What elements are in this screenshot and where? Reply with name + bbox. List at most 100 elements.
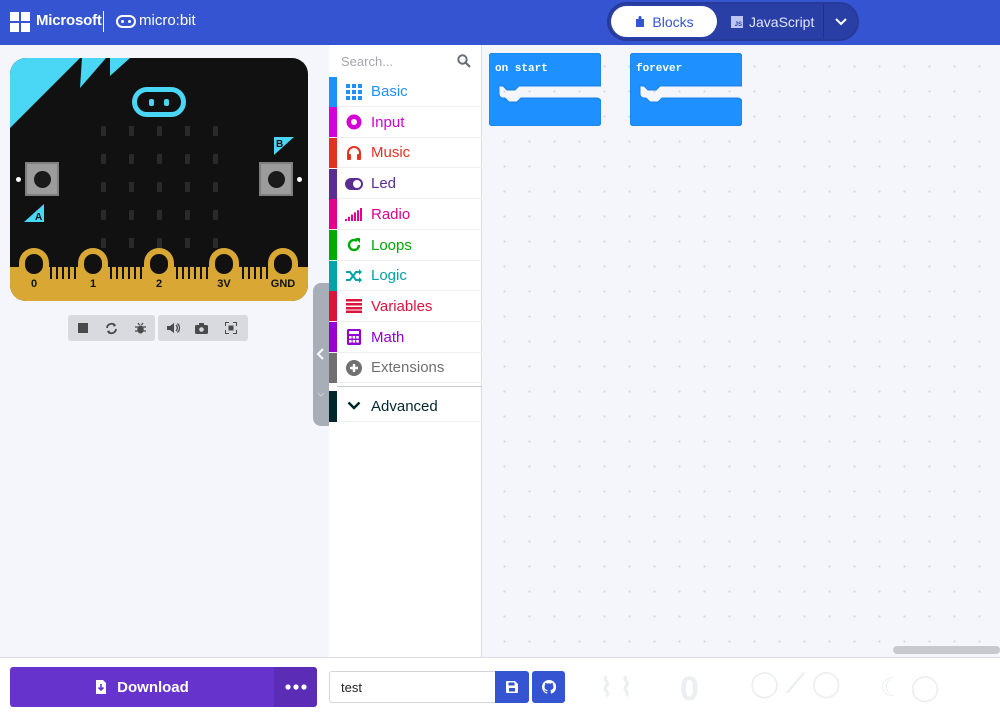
category-advanced-label: Advanced	[371, 397, 438, 415]
chevron-down-icon	[317, 392, 325, 397]
category-music-label: Music	[371, 144, 411, 162]
led-pixel	[101, 182, 106, 192]
github-button[interactable]	[532, 671, 565, 703]
connector-tooth	[194, 267, 196, 279]
debug-button[interactable]	[126, 315, 155, 341]
workspace-horizontal-scrollbar[interactable]	[893, 646, 1000, 654]
loop-icon	[345, 236, 363, 254]
category-variables-label: Variables	[371, 297, 433, 315]
led-pixel	[213, 210, 218, 220]
advanced-separator	[337, 386, 482, 387]
download-button[interactable]: Download	[10, 667, 274, 707]
category-variables[interactable]: Variables	[329, 291, 482, 322]
microbit-board[interactable]: A B 0 1 2 3V GND	[10, 58, 308, 301]
category-radio[interactable]: Radio	[329, 199, 482, 230]
category-math[interactable]: Math	[329, 322, 482, 353]
category-extensions[interactable]: Extensions	[329, 352, 482, 384]
connector-tooth	[188, 267, 190, 279]
pin-3v[interactable]	[209, 248, 239, 300]
download-icon	[96, 680, 107, 694]
pin-2[interactable]	[144, 248, 174, 300]
led-pixel	[185, 126, 190, 136]
category-loops-label: Loops	[371, 236, 412, 254]
connector-tooth	[134, 267, 136, 279]
category-math-colorbar	[329, 322, 337, 353]
pin-3v-label: 3V	[217, 278, 231, 290]
chevron-down-icon	[834, 17, 847, 25]
category-music[interactable]: Music	[329, 137, 482, 169]
pin-0[interactable]	[19, 248, 49, 300]
led-pixel	[185, 154, 190, 164]
category-basic[interactable]: Basic	[329, 76, 482, 107]
button-a[interactable]	[25, 162, 59, 196]
connector-tooth	[62, 267, 64, 279]
download-more-button[interactable]	[274, 667, 317, 707]
connector-tooth	[56, 267, 58, 279]
shuffle-icon	[345, 267, 363, 285]
category-variables-colorbar	[329, 291, 337, 322]
category-loops[interactable]: Loops	[329, 230, 482, 261]
toolbox-search-input[interactable]: Search...	[329, 45, 482, 77]
decor-glyph: ◯ ⟋ ◯	[750, 668, 841, 698]
button-b[interactable]	[259, 162, 293, 196]
category-input[interactable]: Input	[329, 107, 482, 138]
search-icon	[457, 54, 471, 68]
pin-1[interactable]	[78, 248, 108, 300]
decor-glyph: 0	[680, 670, 699, 708]
led-pixel	[157, 154, 162, 164]
forever-label: forever	[636, 63, 683, 75]
screenshot-icon	[195, 322, 208, 334]
simulator-toolbar	[68, 315, 155, 341]
led-pixel	[157, 182, 162, 192]
led-pixel	[101, 154, 106, 164]
save-button[interactable]	[495, 671, 529, 703]
pin-2-label: 2	[155, 278, 163, 290]
category-logic-label: Logic	[371, 267, 407, 285]
board-corner-decor	[10, 58, 130, 128]
plus-circle-icon	[345, 359, 363, 377]
pin-gnd-label: GND	[270, 278, 296, 290]
button-b-marker-icon: B	[274, 137, 294, 155]
board-edge-dot	[297, 177, 302, 182]
on-start-label: on start	[495, 63, 548, 75]
pin-gnd[interactable]	[268, 248, 298, 300]
category-music-colorbar	[329, 137, 337, 168]
fullscreen-button[interactable]	[216, 315, 245, 341]
led-pixel	[185, 182, 190, 192]
led-pixel	[129, 154, 134, 164]
collapse-simulator-handle[interactable]	[313, 283, 329, 426]
restart-button[interactable]	[97, 315, 126, 341]
javascript-mode-button[interactable]: JS JavaScript	[731, 6, 823, 37]
forever-block[interactable]: forever	[629, 52, 743, 131]
button-a-marker-icon: A	[24, 204, 44, 222]
github-icon	[541, 680, 556, 694]
category-radio-label: Radio	[371, 205, 411, 223]
language-dropdown-button[interactable]	[824, 4, 857, 39]
blocks-mode-button[interactable]: Blocks	[611, 6, 717, 37]
on-start-block[interactable]: on start	[488, 52, 602, 131]
blocks-workspace[interactable]: on start forever	[483, 45, 1000, 657]
led-pixel	[129, 210, 134, 220]
editor-mode-toggle: Blocks JS JavaScript	[607, 2, 859, 41]
led-pixel	[129, 126, 134, 136]
category-led[interactable]: Led	[329, 168, 482, 200]
decor-glyph: ⌇ ⌇	[600, 672, 633, 702]
led-pixel	[185, 238, 190, 248]
touch-logo-icon[interactable]	[132, 87, 186, 117]
input-icon	[345, 113, 363, 131]
list-icon	[345, 297, 363, 315]
toggle-icon	[345, 175, 363, 193]
microbit-brand[interactable]: micro:bit	[139, 12, 196, 29]
screenshot-button[interactable]	[187, 315, 216, 341]
category-logic-colorbar	[329, 260, 337, 291]
connector-tooth	[116, 267, 118, 279]
mute-button[interactable]	[158, 315, 187, 341]
category-logic[interactable]: Logic	[329, 260, 482, 292]
stop-button[interactable]	[68, 315, 97, 341]
category-math-label: Math	[371, 328, 405, 346]
mute-icon	[166, 323, 180, 333]
blocks-toolbox: Search... Basic Input Music Led Radio Lo…	[329, 45, 482, 657]
chevron-down-icon	[345, 397, 363, 415]
category-advanced[interactable]: Advanced	[329, 390, 482, 422]
project-name-input[interactable]	[329, 671, 495, 703]
